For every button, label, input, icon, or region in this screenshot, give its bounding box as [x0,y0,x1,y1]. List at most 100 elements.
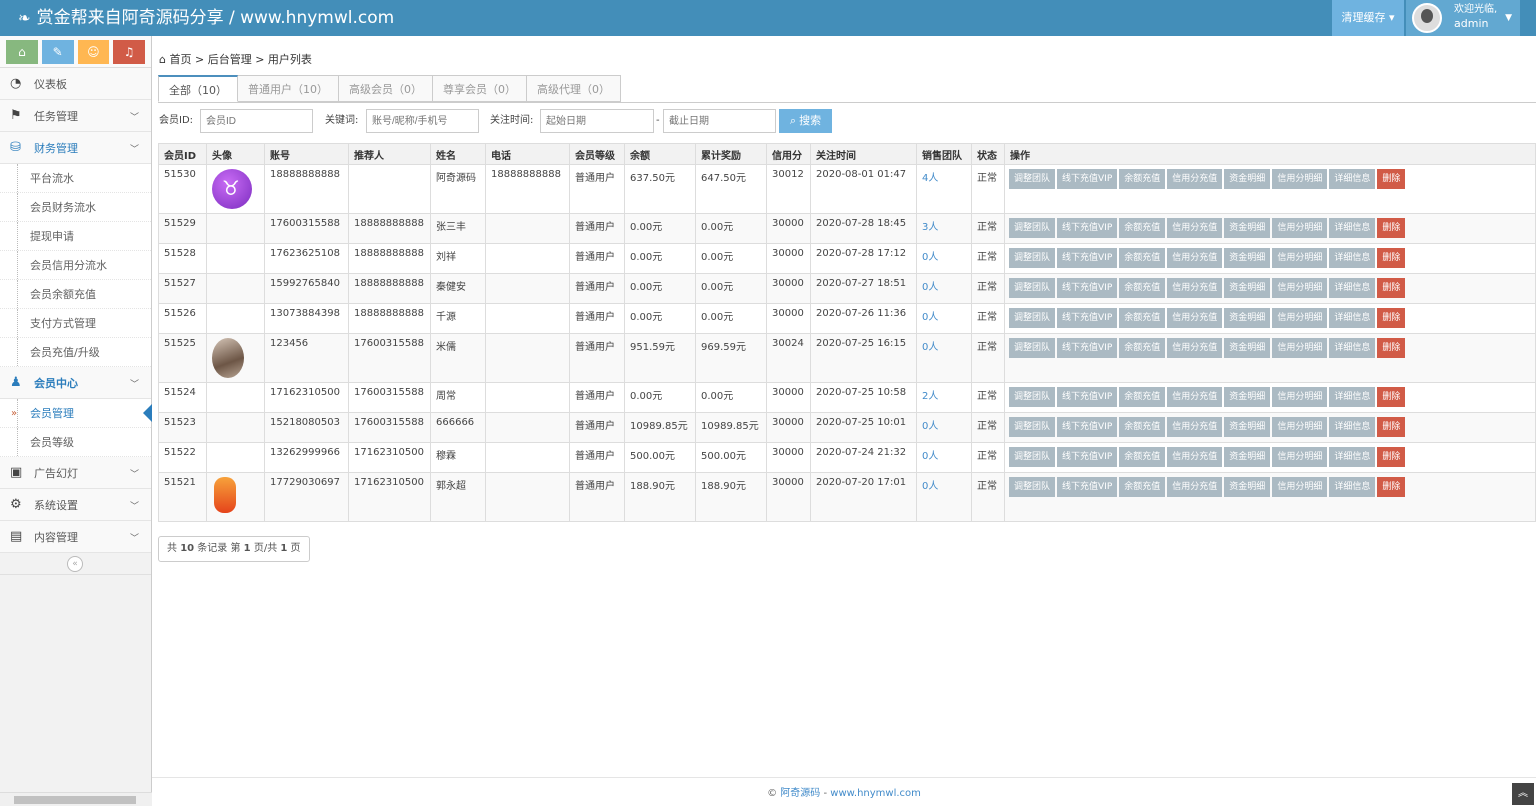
delete-button[interactable]: 删除 [1377,278,1406,298]
breadcrumb-home[interactable]: 首页 [169,53,191,66]
detail-info-button[interactable]: 详细信息 [1329,417,1376,437]
offline-vip-recharge-button[interactable]: 线下充值VIP [1057,248,1118,268]
sales-team-link[interactable]: 0人 [922,451,938,462]
detail-info-button[interactable]: 详细信息 [1329,248,1376,268]
sidebar-item-ads[interactable]: ▣ 广告幻灯 ﹀ [0,457,151,489]
adjust-team-button[interactable]: 调整团队 [1009,169,1056,189]
delete-button[interactable]: 删除 [1377,308,1406,328]
credit-recharge-button[interactable]: 信用分充值 [1167,248,1223,268]
brand[interactable]: ❧ 赏金帮来自阿奇源码分享 / www.hnymwl.com [18,0,394,36]
offline-vip-recharge-button[interactable]: 线下充值VIP [1057,417,1118,437]
sidebar-subitem-payment-methods[interactable]: 支付方式管理 [0,309,151,338]
credit-recharge-button[interactable]: 信用分充值 [1167,278,1223,298]
delete-button[interactable]: 删除 [1377,248,1406,268]
footer-site-link[interactable]: 阿奇源码 [780,788,820,799]
balance-recharge-button[interactable]: 余额充值 [1119,169,1166,189]
edit-shortcut-button[interactable]: ✎ [41,40,74,64]
end-date-input[interactable] [663,109,776,133]
credit-details-button[interactable]: 信用分明细 [1272,308,1328,328]
adjust-team-button[interactable]: 调整团队 [1009,248,1056,268]
detail-info-button[interactable]: 详细信息 [1329,218,1376,238]
credit-details-button[interactable]: 信用分明细 [1272,278,1328,298]
home-shortcut-button[interactable]: ⌂ [6,40,38,64]
adjust-team-button[interactable]: 调整团队 [1009,338,1056,358]
balance-recharge-button[interactable]: 余额充值 [1119,308,1166,328]
balance-recharge-button[interactable]: 余额充值 [1119,248,1166,268]
tab-senior-members[interactable]: 高级会员（0） [339,75,433,102]
credit-recharge-button[interactable]: 信用分充值 [1167,308,1223,328]
detail-info-button[interactable]: 详细信息 [1329,338,1376,358]
delete-button[interactable]: 删除 [1377,387,1406,407]
sidebar-item-member-center[interactable]: ♟ 会员中心 ﹀ [0,367,151,399]
detail-info-button[interactable]: 详细信息 [1329,278,1376,298]
member-id-input[interactable] [200,109,313,133]
sidebar-subitem-credit-flow[interactable]: 会员信用分流水 [0,251,151,280]
credit-details-button[interactable]: 信用分明细 [1272,477,1328,497]
keyword-input[interactable] [366,109,479,133]
balance-recharge-button[interactable]: 余额充值 [1119,477,1166,497]
users-shortcut-button[interactable]: ☺ [77,40,110,64]
credit-details-button[interactable]: 信用分明细 [1272,447,1328,467]
sidebar-item-dashboard[interactable]: ◔ 仪表板 [0,68,151,100]
credit-recharge-button[interactable]: 信用分充值 [1167,169,1223,189]
fund-details-button[interactable]: 资金明细 [1224,169,1271,189]
adjust-team-button[interactable]: 调整团队 [1009,308,1056,328]
sidebar-subitem-balance-recharge[interactable]: 会员余额充值 [0,280,151,309]
offline-vip-recharge-button[interactable]: 线下充值VIP [1057,477,1118,497]
credit-details-button[interactable]: 信用分明细 [1272,338,1328,358]
credit-details-button[interactable]: 信用分明细 [1272,417,1328,437]
sidebar-item-settings[interactable]: ⚙ 系统设置 ﹀ [0,489,151,521]
offline-vip-recharge-button[interactable]: 线下充值VIP [1057,278,1118,298]
delete-button[interactable]: 删除 [1377,218,1406,238]
offline-vip-recharge-button[interactable]: 线下充值VIP [1057,169,1118,189]
sales-team-link[interactable]: 3人 [922,222,938,233]
credit-details-button[interactable]: 信用分明细 [1272,218,1328,238]
fund-details-button[interactable]: 资金明细 [1224,338,1271,358]
sidebar-subitem-member-level[interactable]: 会员等级 [0,428,151,457]
delete-button[interactable]: 删除 [1377,417,1406,437]
sidebar-item-finance[interactable]: ⛁ 财务管理 ﹀ [0,132,151,164]
adjust-team-button[interactable]: 调整团队 [1009,218,1056,238]
credit-details-button[interactable]: 信用分明细 [1272,169,1328,189]
sales-team-link[interactable]: 0人 [922,282,938,293]
sidebar-subitem-withdraw[interactable]: 提现申请 [0,222,151,251]
credit-recharge-button[interactable]: 信用分充值 [1167,447,1223,467]
horizontal-scrollbar[interactable] [0,792,152,806]
detail-info-button[interactable]: 详细信息 [1329,308,1376,328]
back-to-top-button[interactable]: ︽ [1512,783,1534,805]
fund-details-button[interactable]: 资金明细 [1224,308,1271,328]
balance-recharge-button[interactable]: 余额充值 [1119,387,1166,407]
delete-button[interactable]: 删除 [1377,477,1406,497]
credit-details-button[interactable]: 信用分明细 [1272,248,1328,268]
adjust-team-button[interactable]: 调整团队 [1009,477,1056,497]
delete-button[interactable]: 删除 [1377,169,1406,189]
fund-details-button[interactable]: 资金明细 [1224,248,1271,268]
offline-vip-recharge-button[interactable]: 线下充值VIP [1057,447,1118,467]
sidebar-subitem-member-finance[interactable]: 会员财务流水 [0,193,151,222]
credit-details-button[interactable]: 信用分明细 [1272,387,1328,407]
clear-cache-button[interactable]: 清理缓存 ▾ [1332,0,1404,36]
detail-info-button[interactable]: 详细信息 [1329,387,1376,407]
balance-recharge-button[interactable]: 余额充值 [1119,218,1166,238]
collapse-sidebar-button[interactable]: « [67,556,83,572]
user-menu[interactable]: 欢迎光临, admin ▼ [1406,0,1520,36]
fund-details-button[interactable]: 资金明细 [1224,278,1271,298]
offline-vip-recharge-button[interactable]: 线下充值VIP [1057,338,1118,358]
adjust-team-button[interactable]: 调整团队 [1009,417,1056,437]
footer-url-link[interactable]: www.hnymwl.com [830,788,921,799]
balance-recharge-button[interactable]: 余额充值 [1119,417,1166,437]
delete-button[interactable]: 删除 [1377,338,1406,358]
delete-button[interactable]: 删除 [1377,447,1406,467]
sidebar-subitem-member-upgrade[interactable]: 会员充值/升级 [0,338,151,367]
credit-recharge-button[interactable]: 信用分充值 [1167,338,1223,358]
detail-info-button[interactable]: 详细信息 [1329,477,1376,497]
tab-premium-members[interactable]: 尊享会员（0） [433,75,527,102]
offline-vip-recharge-button[interactable]: 线下充值VIP [1057,387,1118,407]
sidebar-item-content[interactable]: ▤ 内容管理 ﹀ [0,521,151,553]
credit-recharge-button[interactable]: 信用分充值 [1167,477,1223,497]
sales-team-link[interactable]: 2人 [922,391,938,402]
sidebar-subitem-platform-flow[interactable]: 平台流水 [0,164,151,193]
fund-details-button[interactable]: 资金明细 [1224,477,1271,497]
credit-recharge-button[interactable]: 信用分充值 [1167,387,1223,407]
credit-recharge-button[interactable]: 信用分充值 [1167,417,1223,437]
